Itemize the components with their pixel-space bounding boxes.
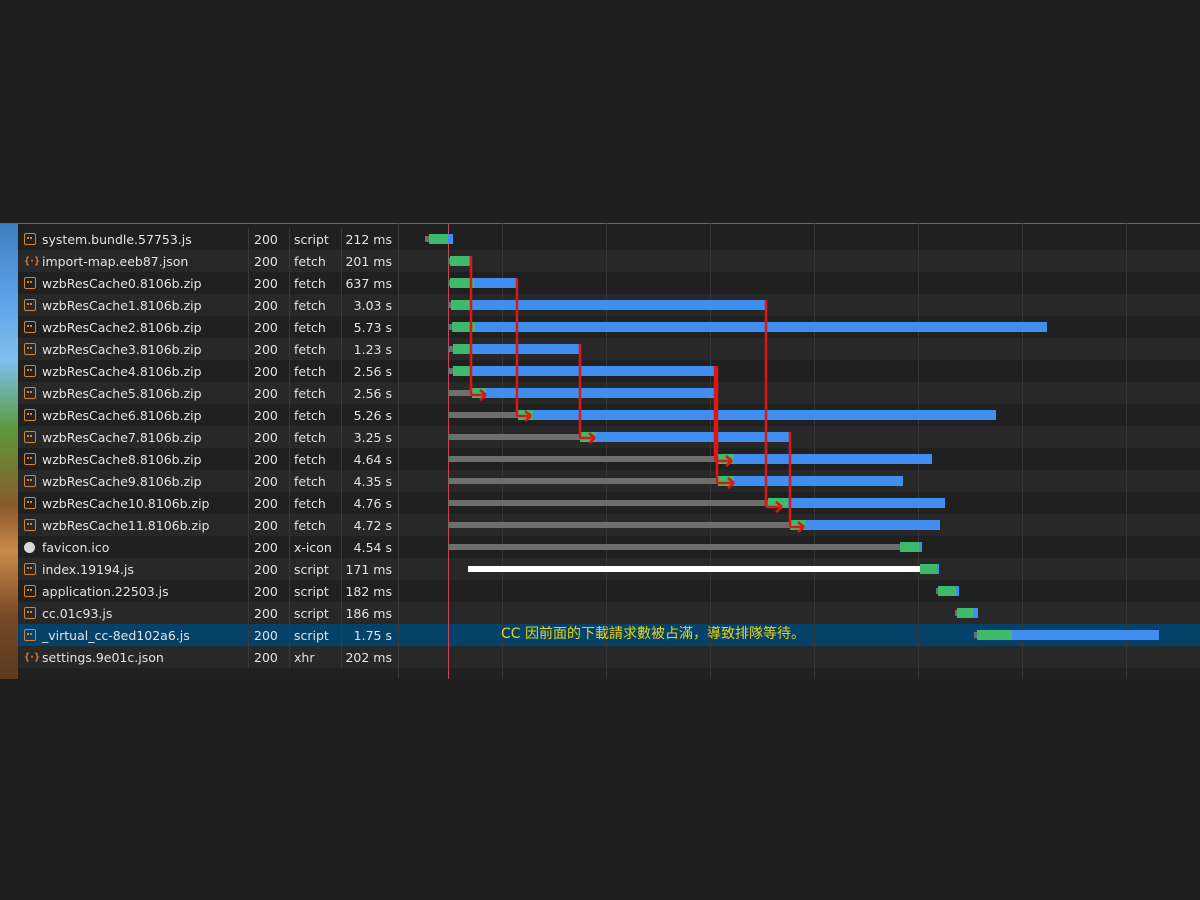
annotation-text: CC 因前面的下載請求數被占滿，導致排隊等待。 [501,626,805,642]
network-panel: system.bundle.57753.js 200 script 212 ms {·}… [0,223,1200,679]
waterfall-arrows-layer [469,256,805,533]
waterfall-timeline: CC 因前面的下載請求數被占滿，導致排隊等待。 [400,223,1200,679]
game-preview-strip [0,224,18,679]
table-columns-divider [18,223,399,679]
